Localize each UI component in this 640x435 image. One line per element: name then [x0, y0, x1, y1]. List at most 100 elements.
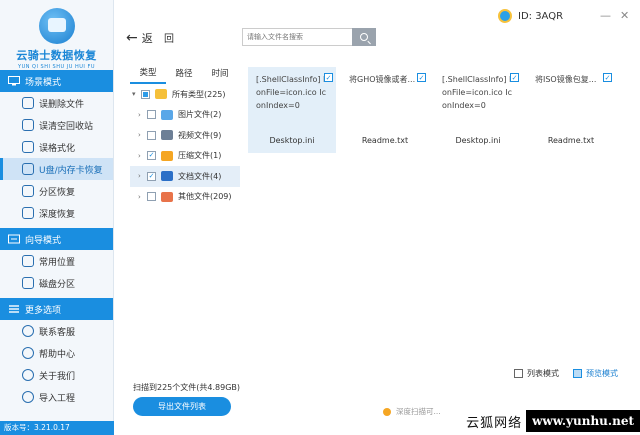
recycle-bin-icon	[22, 119, 34, 131]
headset-icon	[22, 325, 34, 337]
search-button[interactable]	[352, 28, 376, 46]
app-title: 云骑士数据恢复	[16, 49, 97, 62]
deep-scan-hint[interactable]: 深度扫描可...	[383, 406, 441, 417]
sidebar-item-about-us[interactable]: 关于我们	[0, 364, 113, 386]
tree-row-label: 视频文件(9)	[178, 130, 222, 140]
chevron-right-icon[interactable]: ›	[138, 172, 147, 180]
search-box	[242, 28, 376, 46]
file-preview-text: [.ShellClassInfo] IconFile=icon.ico Icon…	[442, 75, 516, 110]
file-checkbox[interactable]: ✓	[510, 73, 519, 82]
user-id: ID: 3AQR	[518, 10, 564, 22]
search-icon	[360, 33, 368, 41]
version-label: 版本号：3.21.0.17	[0, 421, 114, 435]
watermark-text: 云狐网络	[462, 411, 527, 431]
tab-path[interactable]: 路径	[166, 63, 202, 83]
tab-time[interactable]: 时间	[202, 63, 238, 83]
format-icon	[22, 141, 34, 153]
tree-row[interactable]: › ✓ 文档文件(4)	[130, 166, 240, 187]
file-tile[interactable]: [.ShellClassInfo] IconFile=icon.ico Icon…	[434, 67, 522, 153]
tree-row[interactable]: › ✓ 压缩文件(1)	[130, 146, 240, 167]
sidebar-item-deleted-files[interactable]: 误删除文件	[0, 92, 113, 114]
close-icon[interactable]: ✕	[620, 9, 629, 22]
monitor-icon	[8, 76, 20, 86]
archive-icon	[161, 150, 173, 161]
back-button[interactable]: ← 返	[126, 30, 153, 46]
document-icon	[161, 171, 173, 182]
file-name: Desktop.ini	[269, 136, 315, 145]
location-icon	[22, 255, 34, 267]
tree-row[interactable]: ▾ 所有类型(225)	[130, 84, 240, 105]
return-button[interactable]: 回	[164, 30, 174, 45]
preview-mode-button[interactable]: 预览模式	[573, 368, 618, 379]
chevron-right-icon[interactable]: ›	[138, 193, 147, 201]
tree-row-label: 文档文件(4)	[178, 171, 222, 181]
file-preview-text: 将GHO镜像或者...	[349, 75, 416, 84]
menu-icon	[9, 305, 19, 313]
section-title: 更多选项	[25, 305, 62, 316]
disk-icon	[22, 277, 34, 289]
app-logo: 云骑士数据恢复 YUN QI SHI SHU JU HUI FU	[0, 0, 113, 70]
minimize-icon[interactable]: —	[600, 9, 611, 22]
file-checkbox[interactable]: ✓	[603, 73, 612, 82]
file-tile[interactable]: 将ISO镜像包复... ✓ Readme.txt	[527, 67, 615, 153]
sidebar-item-partition[interactable]: 分区恢复	[0, 180, 113, 202]
sidebar-item-recycle-bin[interactable]: 误清空回收站	[0, 114, 113, 136]
tree-row[interactable]: › 其他文件(209)	[130, 187, 240, 208]
tree-row-label: 其他文件(209)	[178, 192, 232, 202]
section-scene-mode[interactable]: 场景模式	[0, 70, 113, 92]
chevron-right-icon[interactable]: ›	[138, 111, 147, 119]
file-name: Readme.txt	[361, 136, 409, 145]
arrow-left-icon: ←	[126, 30, 138, 46]
user-badge[interactable]: ID: 3AQR	[498, 9, 563, 23]
file-name: Desktop.ini	[455, 136, 501, 145]
tree-checkbox[interactable]	[147, 110, 156, 120]
tree-row[interactable]: › 视频文件(9)	[130, 125, 240, 146]
file-preview-text: [.ShellClassInfo] IconFile=icon.ico Icon…	[256, 75, 330, 110]
view-mode-switch: 列表模式 预览模式	[500, 368, 618, 379]
section-title: 向导模式	[25, 235, 62, 246]
section-more-options[interactable]: 更多选项	[0, 298, 113, 320]
folder-icon	[155, 89, 167, 100]
sidebar-item-formatted[interactable]: 误格式化	[0, 136, 113, 158]
chevron-right-icon[interactable]: ›	[138, 131, 147, 139]
export-file-list-button[interactable]: 导出文件列表	[133, 397, 231, 416]
file-preview-text: 将ISO镜像包复...	[535, 75, 597, 84]
tree-row-label: 压缩文件(1)	[178, 151, 222, 161]
tree-checkbox[interactable]	[147, 192, 156, 202]
tree-checkbox[interactable]: ✓	[147, 171, 156, 181]
sidebar-item-deep-recovery[interactable]: 深度恢复	[0, 202, 113, 224]
list-mode-button[interactable]: 列表模式	[514, 368, 559, 379]
file-tile[interactable]: 将GHO镜像或者... ✓ Readme.txt	[341, 67, 429, 153]
tab-type[interactable]: 类型	[130, 62, 166, 84]
file-checkbox[interactable]: ✓	[324, 73, 333, 82]
list-view-icon	[514, 369, 523, 378]
file-type-tree: 类型 路径 时间 ▾ 所有类型(225) › 图片文件(2) › 视频文件(9) › ✓ 压缩文…	[130, 62, 240, 322]
sidebar-item-usb-memory-card[interactable]: U盘/内存卡恢复	[0, 158, 113, 180]
app-subtitle: YUN QI SHI SHU JU HUI FU	[18, 64, 95, 70]
watermark: 云狐网络 www.yunhu.net	[462, 407, 640, 435]
section-wizard-mode[interactable]: 向导模式	[0, 228, 113, 250]
sidebar-item-help-center[interactable]: 帮助中心	[0, 342, 113, 364]
logo-icon	[38, 8, 75, 44]
file-tile[interactable]: [.ShellClassInfo] IconFile=icon.ico Icon…	[248, 67, 336, 153]
avatar	[498, 9, 512, 23]
warning-icon	[383, 407, 391, 416]
section-title: 场景模式	[25, 77, 62, 88]
tree-checkbox[interactable]	[147, 130, 156, 140]
tree-row[interactable]: › 图片文件(2)	[130, 105, 240, 126]
search-input[interactable]	[243, 29, 351, 45]
sidebar-item-contact-support[interactable]: 联系客服	[0, 320, 113, 342]
sidebar-item-disk-partition[interactable]: 磁盘分区	[0, 272, 113, 294]
usb-drive-icon	[22, 163, 34, 175]
grid-view-icon	[573, 369, 582, 378]
tree-checkbox[interactable]: ✓	[147, 151, 156, 161]
info-icon	[22, 369, 34, 381]
tree-checkbox[interactable]	[141, 89, 150, 99]
sidebar-item-import-project[interactable]: 导入工程	[0, 386, 113, 408]
file-checkbox[interactable]: ✓	[417, 73, 426, 82]
deep-scan-icon	[22, 207, 34, 219]
tree-row-label: 图片文件(2)	[178, 110, 222, 120]
sidebar-item-common-locations[interactable]: 常用位置	[0, 250, 113, 272]
chevron-right-icon[interactable]: ›	[138, 152, 147, 160]
chevron-down-icon[interactable]: ▾	[132, 90, 141, 98]
